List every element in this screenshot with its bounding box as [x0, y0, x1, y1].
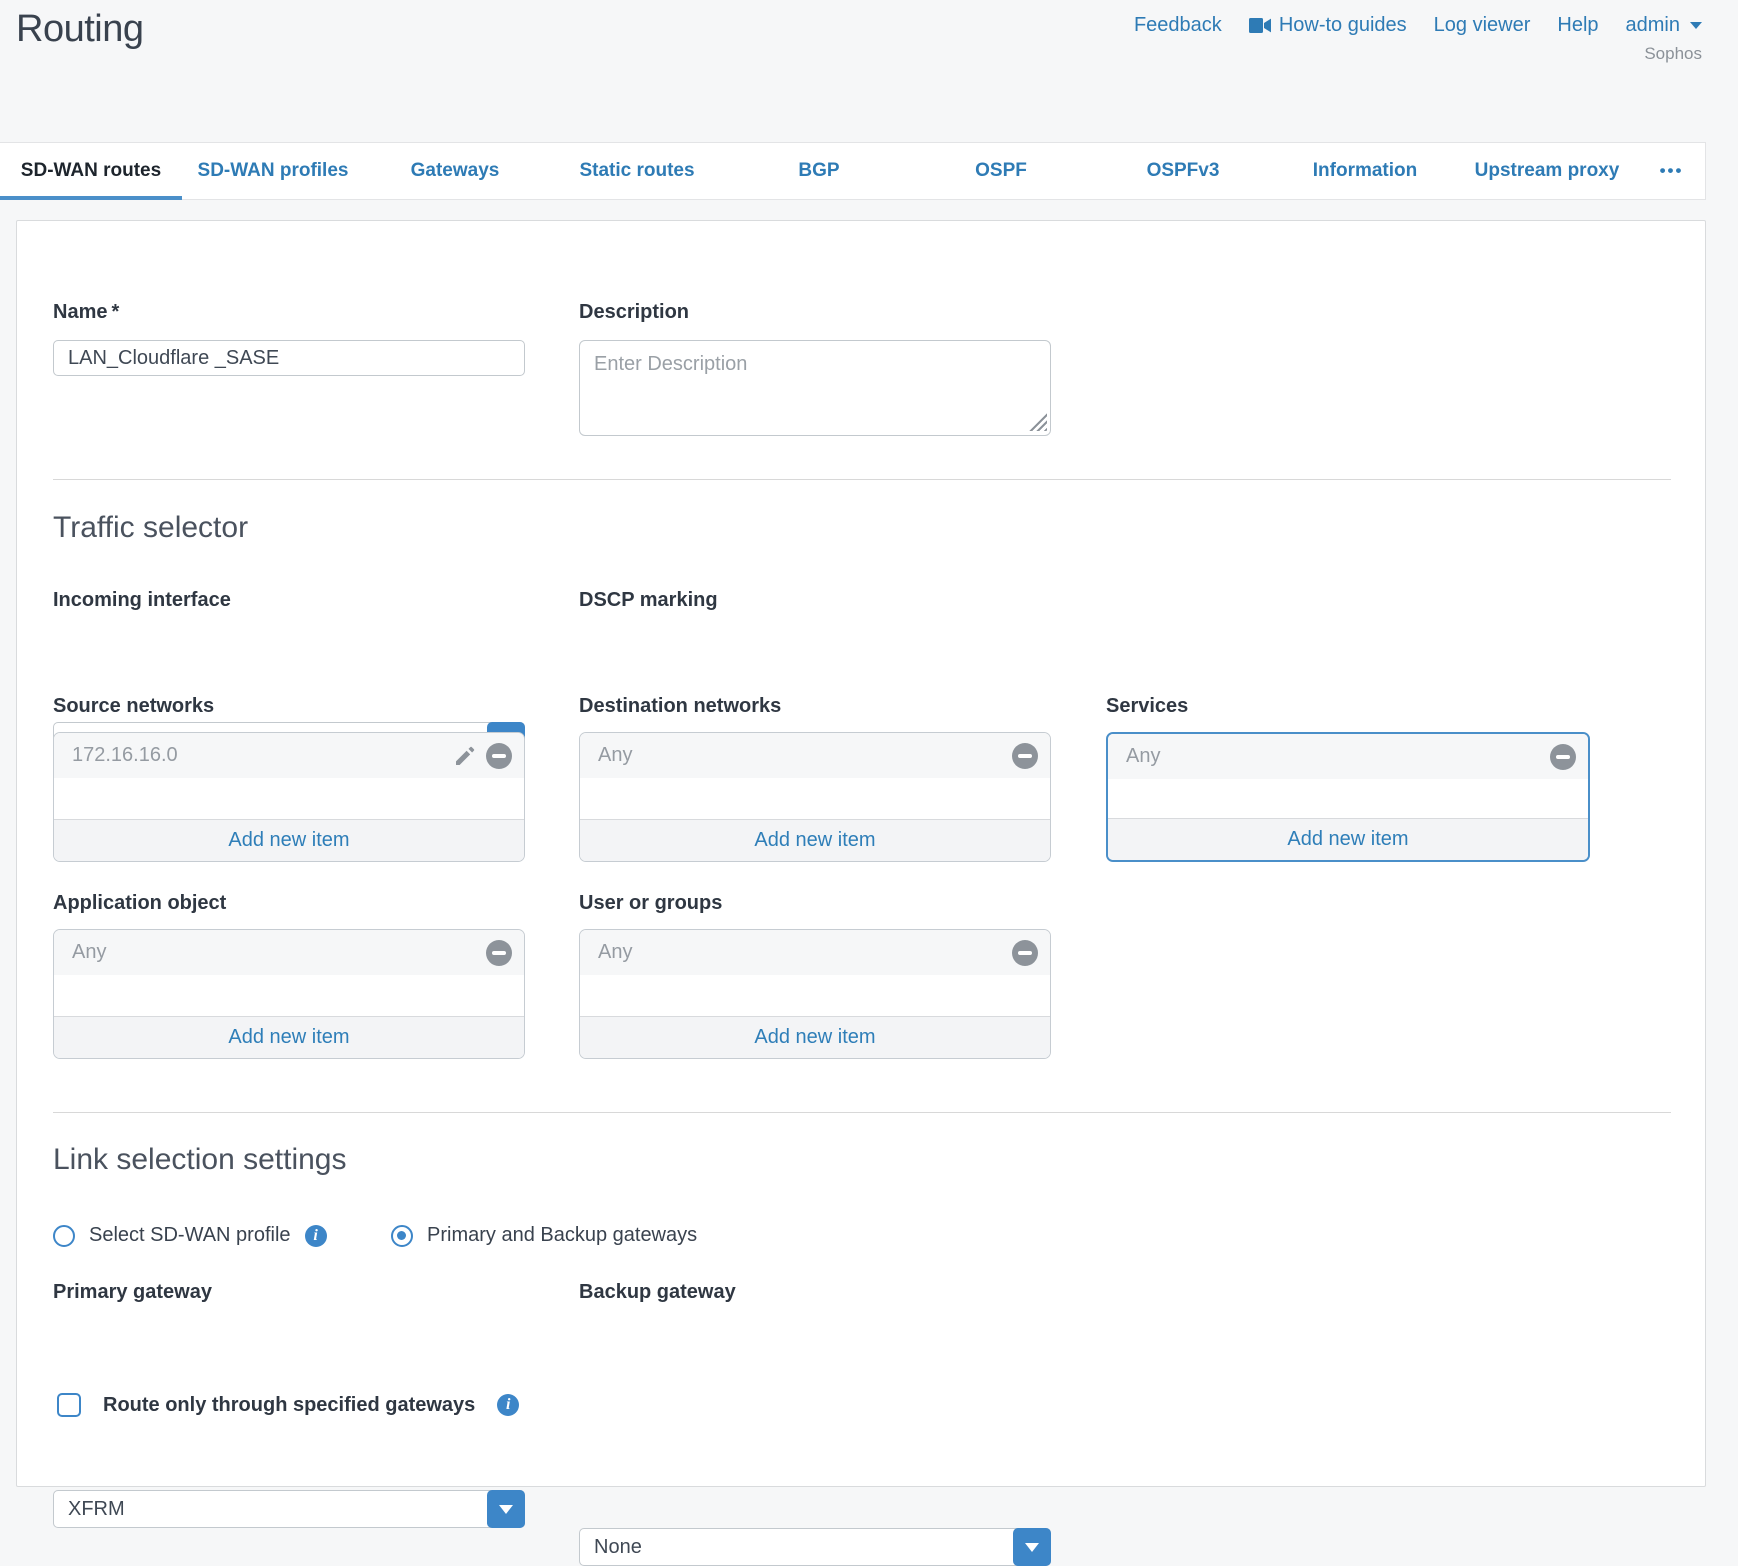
tab-bar: SD-WAN routes SD-WAN profiles Gateways S… — [0, 142, 1706, 200]
chevron-down-icon — [499, 1505, 513, 1514]
feedback-link[interactable]: Feedback — [1134, 14, 1222, 37]
application-object-box: Any Add new item — [53, 929, 525, 1059]
services-label: Services — [1106, 695, 1188, 718]
tab-sd-wan-routes[interactable]: SD-WAN routes — [0, 143, 182, 199]
link-selection-heading: Link selection settings — [53, 1143, 347, 1177]
application-object-label: Application object — [53, 892, 226, 915]
chevron-down-icon — [1690, 22, 1702, 29]
item-box-body — [1108, 779, 1588, 818]
services-box: Any Add new item — [1106, 732, 1590, 862]
edit-pencil-icon[interactable] — [452, 743, 478, 769]
name-label: Name* — [53, 301, 119, 324]
tab-bgp[interactable]: BGP — [728, 143, 910, 199]
backup-gateway-select[interactable]: None — [579, 1528, 1051, 1566]
list-item: Any — [580, 930, 1050, 975]
item-box-body — [54, 975, 524, 1016]
page-title: Routing — [16, 8, 143, 51]
tab-gateways[interactable]: Gateways — [364, 143, 546, 199]
dscp-marking-label: DSCP marking — [579, 589, 718, 612]
tab-ospfv3[interactable]: OSPFv3 — [1092, 143, 1274, 199]
tab-sd-wan-profiles[interactable]: SD-WAN profiles — [182, 143, 364, 199]
item-box-body — [580, 778, 1050, 819]
dropdown-button[interactable] — [487, 1490, 525, 1528]
header-links: Feedback How-to guides Log viewer Help a… — [1134, 14, 1702, 37]
help-link[interactable]: Help — [1557, 14, 1598, 37]
route-only-checkbox[interactable] — [57, 1393, 81, 1417]
log-viewer-link[interactable]: Log viewer — [1434, 14, 1531, 37]
source-networks-box: 172.16.16.0 Add new item — [53, 732, 525, 862]
tab-ospf[interactable]: OSPF — [910, 143, 1092, 199]
add-new-item-button[interactable]: Add new item — [54, 1016, 524, 1058]
description-field — [579, 340, 1051, 436]
remove-minus-icon[interactable] — [1012, 743, 1038, 769]
list-item: Any — [1108, 734, 1588, 779]
primary-gateway-select[interactable]: XFRM — [53, 1490, 525, 1528]
video-camera-icon — [1249, 18, 1271, 33]
required-marker: * — [111, 301, 119, 323]
user-or-groups-label: User or groups — [579, 892, 722, 915]
description-textarea[interactable] — [579, 340, 1051, 436]
brand-label: Sophos — [1644, 44, 1702, 64]
add-new-item-button[interactable]: Add new item — [580, 819, 1050, 861]
chevron-down-icon — [1025, 1543, 1039, 1552]
name-input[interactable] — [53, 340, 525, 376]
source-networks-label: Source networks — [53, 695, 214, 718]
tab-information[interactable]: Information — [1274, 143, 1456, 199]
sd-wan-profile-radio-group: Select SD-WAN profile i — [53, 1224, 327, 1247]
divider — [53, 479, 1671, 480]
add-new-item-button[interactable]: Add new item — [580, 1016, 1050, 1058]
remove-minus-icon[interactable] — [1012, 940, 1038, 966]
admin-menu[interactable]: admin — [1626, 14, 1702, 37]
tab-static-routes[interactable]: Static routes — [546, 143, 728, 199]
how-to-guides-link[interactable]: How-to guides — [1249, 14, 1407, 37]
description-label: Description — [579, 301, 689, 324]
user-or-groups-box: Any Add new item — [579, 929, 1051, 1059]
incoming-interface-label: Incoming interface — [53, 589, 231, 612]
item-box-body — [54, 778, 524, 819]
traffic-selector-heading: Traffic selector — [53, 511, 248, 545]
divider — [53, 1112, 1671, 1113]
destination-networks-box: Any Add new item — [579, 732, 1051, 862]
page-header: Routing Feedback How-to guides Log viewe… — [0, 0, 1738, 142]
primary-gateway-label: Primary gateway — [53, 1281, 212, 1304]
primary-and-backup-gateways-radio[interactable] — [391, 1225, 413, 1247]
remove-minus-icon[interactable] — [486, 743, 512, 769]
list-item: 172.16.16.0 — [54, 733, 524, 778]
tab-upstream-proxy[interactable]: Upstream proxy — [1456, 143, 1638, 199]
route-only-row: Route only through specified gateways i — [57, 1393, 519, 1417]
remove-minus-icon[interactable] — [486, 940, 512, 966]
tabs-more-button[interactable]: ••• — [1638, 143, 1705, 199]
info-icon[interactable]: i — [305, 1225, 327, 1247]
list-item: Any — [580, 733, 1050, 778]
primary-backup-radio-group: Primary and Backup gateways — [391, 1224, 697, 1247]
info-icon[interactable]: i — [497, 1394, 519, 1416]
remove-minus-icon[interactable] — [1550, 744, 1576, 770]
add-new-item-button[interactable]: Add new item — [1108, 818, 1588, 860]
list-item: Any — [54, 930, 524, 975]
destination-networks-label: Destination networks — [579, 695, 781, 718]
form-card: Name* Description Traffic selector Incom… — [16, 220, 1706, 1487]
select-sd-wan-profile-radio[interactable] — [53, 1225, 75, 1247]
dropdown-button[interactable] — [1013, 1528, 1051, 1566]
backup-gateway-label: Backup gateway — [579, 1281, 736, 1304]
add-new-item-button[interactable]: Add new item — [54, 819, 524, 861]
item-box-body — [580, 975, 1050, 1016]
